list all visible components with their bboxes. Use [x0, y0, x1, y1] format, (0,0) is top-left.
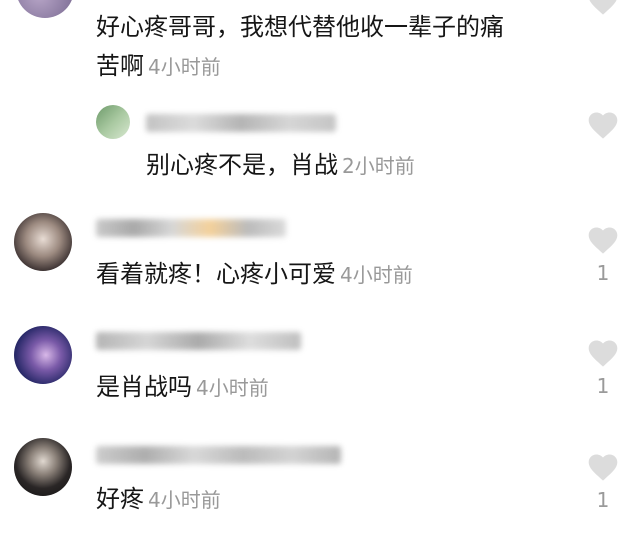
comment-time: 4小时前 — [196, 376, 269, 400]
avatar[interactable] — [96, 105, 130, 139]
comment-time: 2小时前 — [342, 154, 415, 178]
username[interactable] — [96, 219, 286, 237]
avatar[interactable] — [16, 0, 74, 18]
username[interactable] — [96, 446, 341, 464]
comment-text-line: 好疼 — [96, 485, 144, 513]
comment-item: 好疼 4小时前 1 — [0, 432, 640, 535]
comment-text-line: 看着就疼！心疼小可爱 — [96, 260, 336, 288]
comment-time: 4小时前 — [340, 263, 413, 287]
comment-time: 4小时前 — [148, 488, 221, 512]
reply-item: 别心疼不是，肖战 2小时前 — [0, 100, 640, 190]
heart-icon[interactable] — [586, 110, 620, 140]
heart-icon[interactable] — [586, 0, 620, 16]
comment-item: 是肖战吗 4小时前 1 — [0, 318, 640, 418]
comment-text: 好疼 4小时前 — [96, 480, 221, 519]
heart-icon[interactable] — [586, 225, 620, 255]
heart-icon[interactable] — [586, 338, 620, 368]
username[interactable] — [96, 332, 301, 350]
avatar[interactable] — [14, 326, 72, 384]
like-count: 1 — [596, 261, 610, 285]
avatar[interactable] — [14, 213, 72, 271]
comment-text: 苦啊 4小时前 — [96, 47, 221, 86]
comment-text: 是肖战吗 4小时前 — [96, 368, 269, 407]
comment-item: 看着就疼！心疼小可爱 4小时前 1 — [0, 205, 640, 305]
like-count: 1 — [596, 374, 610, 398]
comment-text-line: 好心疼哥哥，我想代替他收一辈子的痛 — [96, 13, 504, 41]
comment-text: 好心疼哥哥，我想代替他收一辈子的痛 — [96, 8, 504, 46]
avatar[interactable] — [14, 438, 72, 496]
comment-text-line: 苦啊 — [96, 52, 144, 80]
heart-icon[interactable] — [586, 452, 620, 482]
comment-text: 看着就疼！心疼小可爱 4小时前 — [96, 255, 413, 294]
comment-text-line: 是肖战吗 — [96, 373, 192, 401]
comment-time: 4小时前 — [148, 55, 221, 79]
comment-text-line: 别心疼不是，肖战 — [146, 151, 338, 179]
username[interactable] — [146, 114, 336, 132]
comment-text: 别心疼不是，肖战 2小时前 — [146, 146, 415, 185]
like-count: 1 — [596, 488, 610, 512]
comment-item: 好心疼哥哥，我想代替他收一辈子的痛 苦啊 4小时前 — [0, 0, 640, 95]
